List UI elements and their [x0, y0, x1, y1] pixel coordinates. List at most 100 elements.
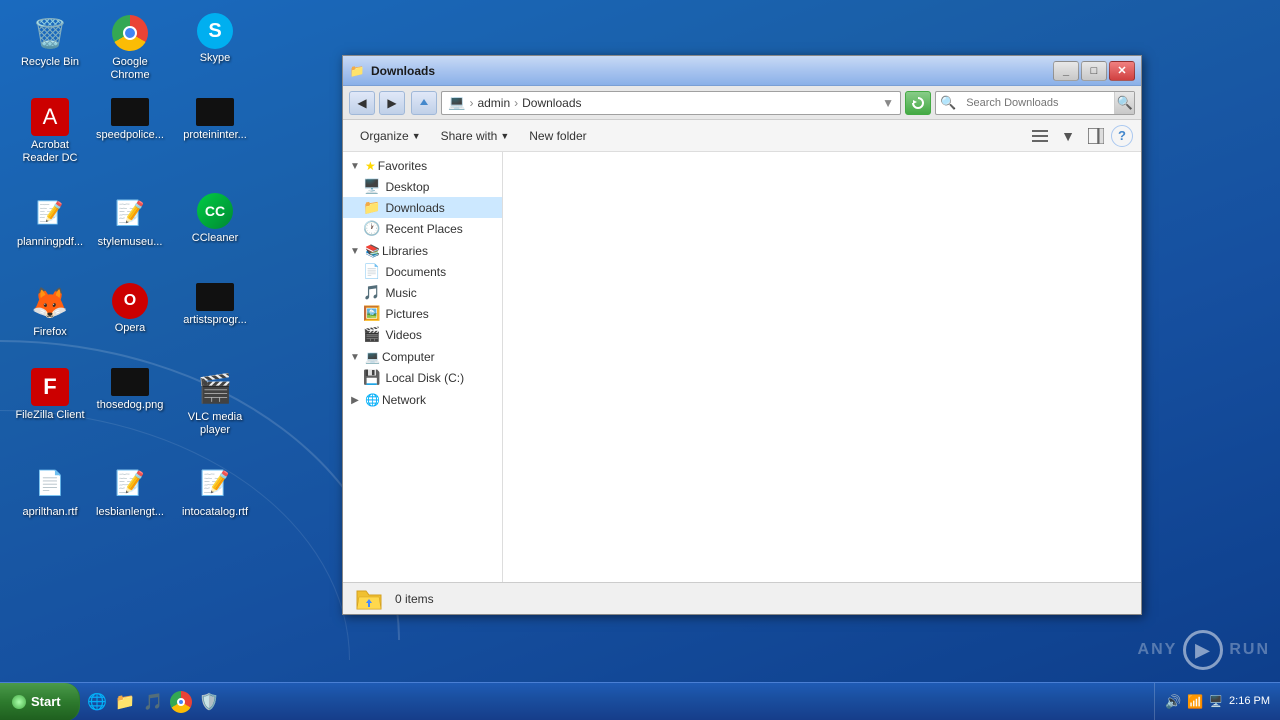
intocatalog-label: intocatalog.rtf — [182, 506, 248, 519]
desktop-icon-aprilthan[interactable]: 📄 aprilthan.rtf — [10, 455, 90, 527]
pictures-tree-item[interactable]: 🖼️ Pictures — [343, 303, 502, 324]
organize-button[interactable]: Organize ▼ — [351, 124, 430, 148]
search-input[interactable] — [960, 97, 1114, 109]
desktop-icon-skype[interactable]: S Skype — [175, 5, 255, 73]
libraries-section: ▼ 📚 Libraries 📄 Documents 🎵 Music 🖼️ — [343, 241, 502, 345]
search-button[interactable]: 🔍 — [1114, 92, 1134, 114]
recycle-bin-label: Recycle Bin — [21, 56, 79, 69]
speedpolice-icon — [111, 98, 149, 126]
filezilla-icon: F — [31, 368, 69, 406]
documents-tree-item[interactable]: 📄 Documents — [343, 261, 502, 282]
search-box[interactable]: 🔍 🔍 — [935, 91, 1135, 115]
anyrun-watermark: ANY ▶ RUN — [1138, 630, 1270, 670]
close-button[interactable]: ✕ — [1109, 61, 1135, 81]
search-icon: 🔍 — [936, 95, 960, 111]
desktop-icon-ccleaner[interactable]: CC CCleaner — [175, 185, 255, 253]
favorites-expand[interactable]: ▼ — [347, 161, 363, 172]
organize-chevron: ▼ — [412, 131, 421, 141]
recent-places-label: Recent Places — [385, 222, 462, 236]
network-header[interactable]: ▶ 🌐 Network — [343, 390, 502, 410]
recent-places-icon: 🕐 — [363, 220, 380, 237]
tray-display-icon[interactable]: 🖥️ — [1209, 695, 1223, 708]
computer-header[interactable]: ▼ 💻 Computer — [343, 347, 502, 367]
desktop-icon-artistsprogr[interactable]: artistsprogr... — [175, 275, 255, 335]
desktop-icon-chrome[interactable]: Google Chrome — [90, 5, 170, 90]
file-area[interactable] — [503, 152, 1141, 582]
downloads-tree-item[interactable]: 📁 Downloads — [343, 197, 502, 218]
libraries-icon: 📚 — [365, 244, 380, 258]
preview-pane-button[interactable] — [1083, 124, 1109, 148]
taskbar-chrome-taskbar-icon[interactable] — [168, 689, 194, 715]
network-label: Network — [382, 393, 426, 407]
start-button[interactable]: Start — [0, 683, 80, 720]
desktop-icon-stylemuseu[interactable]: 📝 stylemuseu... — [90, 185, 170, 257]
videos-tree-item[interactable]: 🎬 Videos — [343, 324, 502, 345]
view-dropdown-button[interactable]: ▼ — [1055, 124, 1081, 148]
computer-section: ▼ 💻 Computer 💾 Local Disk (C:) — [343, 347, 502, 388]
desktop-tree-item[interactable]: 🖥️ Desktop — [343, 176, 502, 197]
desktop-icons-area: 🗑️ Recycle Bin A Acrobat Reader DC 📝 pla… — [0, 0, 270, 680]
desktop-icon-firefox[interactable]: 🦊 Firefox — [10, 275, 90, 347]
up-button[interactable] — [411, 91, 437, 115]
recent-places-tree-item[interactable]: 🕐 Recent Places — [343, 218, 502, 239]
desktop-icon-recycle-bin[interactable]: 🗑️ Recycle Bin — [10, 5, 90, 77]
desktop-icon-speedpolice[interactable]: speedpolice... — [90, 90, 170, 150]
system-tray: 🔊 📶 🖥️ 2:16 PM — [1154, 683, 1280, 720]
tray-network-icon[interactable]: 📶 — [1187, 694, 1203, 710]
desktop-icon-lesbianlengt[interactable]: 📝 lesbianlengt... — [90, 455, 170, 527]
address-downloads: Downloads — [522, 96, 581, 110]
music-tree-item[interactable]: 🎵 Music — [343, 282, 502, 303]
desktop-icon-planningpdf[interactable]: 📝 planningpdf... — [10, 185, 90, 257]
view-details-button[interactable] — [1027, 124, 1053, 148]
address-bar: ◀ ▶ 💻 › admin › Downloads ▼ 🔍 🔍 — [343, 86, 1141, 120]
maximize-button[interactable]: □ — [1081, 61, 1107, 81]
taskbar-ie-icon[interactable]: 🌐 — [84, 689, 110, 715]
stylemuseu-icon: 📝 — [110, 193, 150, 233]
window-title: Downloads — [371, 64, 1053, 78]
taskbar-folder-icon[interactable]: 📁 — [112, 689, 138, 715]
back-button[interactable]: ◀ — [349, 91, 375, 115]
tray-volume-icon[interactable]: 🔊 — [1165, 694, 1181, 710]
forward-button[interactable]: ▶ — [379, 91, 405, 115]
refresh-button[interactable] — [905, 91, 931, 115]
status-item-count: 0 items — [395, 592, 434, 606]
address-path[interactable]: 💻 › admin › Downloads ▼ — [441, 91, 901, 115]
desktop-icon-proteininter[interactable]: proteininter... — [175, 90, 255, 150]
address-dropdown[interactable]: ▼ — [882, 96, 894, 110]
computer-expand[interactable]: ▼ — [347, 352, 363, 363]
content-area: ▼ ★ Favorites 🖥️ Desktop 📁 Downloads 🕐 — [343, 152, 1141, 582]
taskbar-media-icon[interactable]: 🎵 — [140, 689, 166, 715]
favorites-icon: ★ — [365, 159, 376, 173]
proteininter-icon — [196, 98, 234, 126]
opera-icon: O — [112, 283, 148, 319]
desktop-icon-vlc[interactable]: 🎬 VLC media player — [175, 360, 255, 445]
thosedog-icon — [111, 368, 149, 396]
favorites-header[interactable]: ▼ ★ Favorites — [343, 156, 502, 176]
lesbianlengt-icon: 📝 — [110, 463, 150, 503]
skype-icon: S — [197, 13, 233, 49]
network-expand[interactable]: ▶ — [347, 395, 363, 406]
minimize-button[interactable]: _ — [1053, 61, 1079, 81]
address-icon: 💻 — [448, 94, 465, 111]
intocatalog-icon: 📝 — [195, 463, 235, 503]
desktop-icon-opera[interactable]: O Opera — [90, 275, 170, 343]
desktop-icon-thosedog[interactable]: thosedog.png — [90, 360, 170, 420]
share-with-button[interactable]: Share with ▼ — [432, 124, 519, 148]
local-disk-tree-item[interactable]: 💾 Local Disk (C:) — [343, 367, 502, 388]
desktop: 🗑️ Recycle Bin A Acrobat Reader DC 📝 pla… — [0, 0, 1280, 720]
libraries-header[interactable]: ▼ 📚 Libraries — [343, 241, 502, 261]
network-section: ▶ 🌐 Network — [343, 390, 502, 410]
new-folder-button[interactable]: New folder — [520, 124, 595, 148]
taskbar-items: 🌐 📁 🎵 🛡️ — [80, 683, 1154, 720]
ccleaner-label: CCleaner — [192, 232, 238, 245]
music-label: Music — [385, 286, 416, 300]
help-button[interactable]: ? — [1111, 125, 1133, 147]
desktop-icon-filezilla[interactable]: F FileZilla Client — [10, 360, 90, 430]
libraries-expand[interactable]: ▼ — [347, 246, 363, 257]
desktop-icon-intocatalog[interactable]: 📝 intocatalog.rtf — [175, 455, 255, 527]
desktop-icon-acrobat[interactable]: A Acrobat Reader DC — [10, 90, 90, 173]
taskbar-security-icon[interactable]: 🛡️ — [196, 689, 222, 715]
status-folder-icon — [353, 585, 385, 613]
acrobat-label: Acrobat Reader DC — [14, 139, 86, 165]
share-with-label: Share with — [441, 129, 498, 143]
